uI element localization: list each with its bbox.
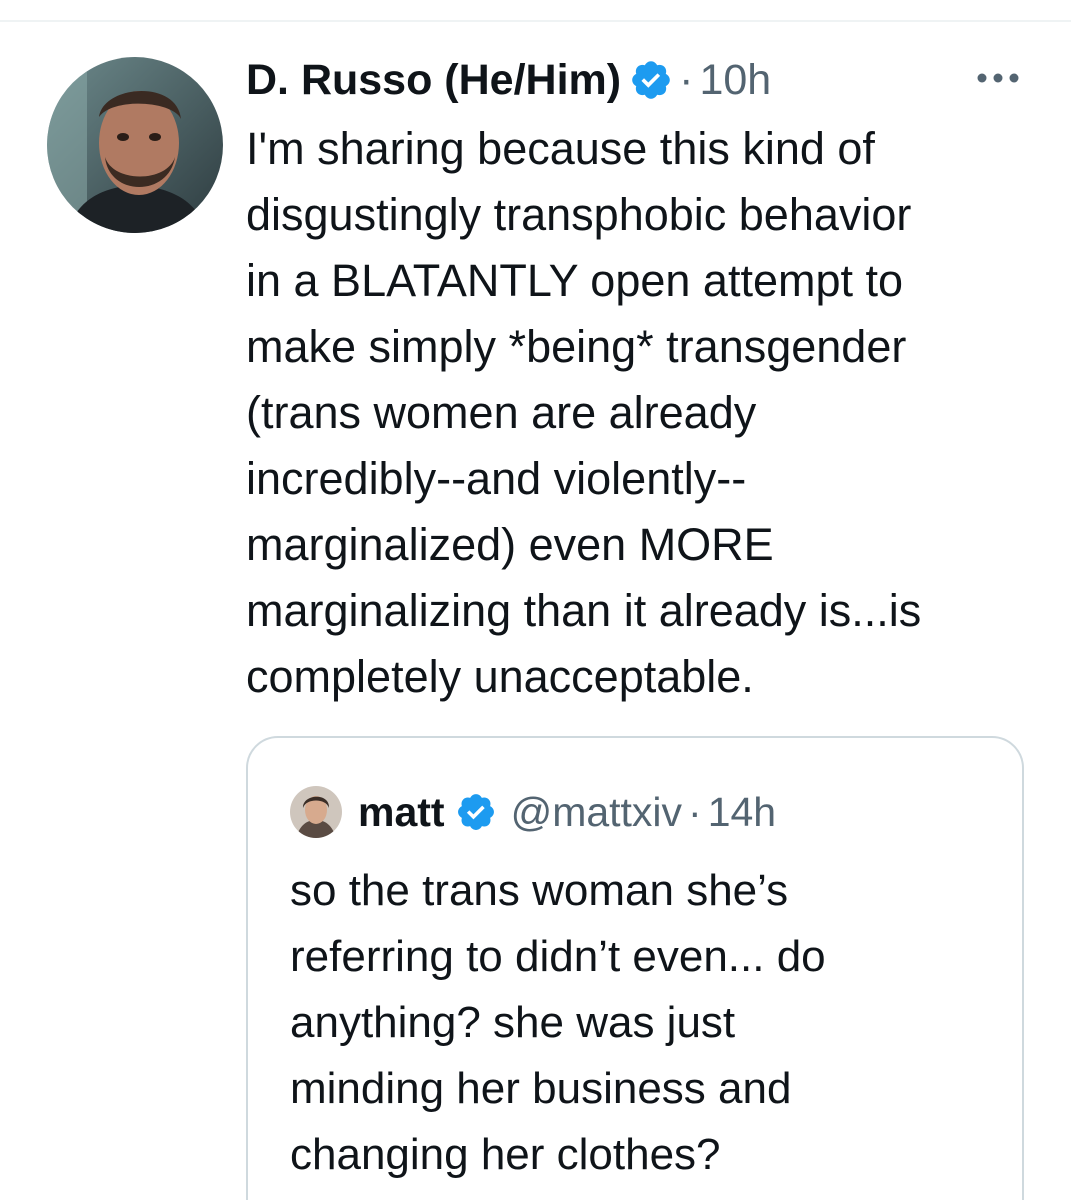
separator-dot: · xyxy=(688,788,702,835)
quoted-tweet-card[interactable]: matt @mattxiv · 14h so the trans woman s… xyxy=(246,736,1024,1200)
verified-badge-icon xyxy=(632,61,670,99)
verified-badge-icon xyxy=(457,794,494,830)
more-options-button[interactable] xyxy=(974,60,1022,96)
tweet-header: D. Russo (He/Him) · 10h xyxy=(246,52,771,108)
tweet-timestamp[interactable]: 10h xyxy=(699,56,771,105)
tweet-screen: D. Russo (He/Him) · 10h I'm sharing beca… xyxy=(0,0,1071,1200)
more-options-icon xyxy=(977,73,1019,83)
author-display-name[interactable]: D. Russo (He/Him) xyxy=(246,56,621,105)
avatar-photo-icon xyxy=(290,786,342,838)
quoted-tweet-body: so the trans woman she’s referring to di… xyxy=(290,866,826,1179)
quoted-author-handle[interactable]: @mattxiv xyxy=(511,789,682,836)
divider xyxy=(0,20,1071,22)
author-avatar[interactable] xyxy=(47,57,223,233)
separator-dot: · xyxy=(679,55,694,104)
tweet-body: I'm sharing because this kind of disgust… xyxy=(246,123,922,702)
quoted-author-display-name[interactable]: matt xyxy=(358,789,445,836)
quoted-author-avatar[interactable] xyxy=(290,786,342,838)
quoted-tweet-header: matt @mattxiv · 14h xyxy=(290,786,776,838)
avatar-photo-icon xyxy=(47,57,223,233)
quoted-tweet-timestamp[interactable]: 14h xyxy=(708,789,776,836)
